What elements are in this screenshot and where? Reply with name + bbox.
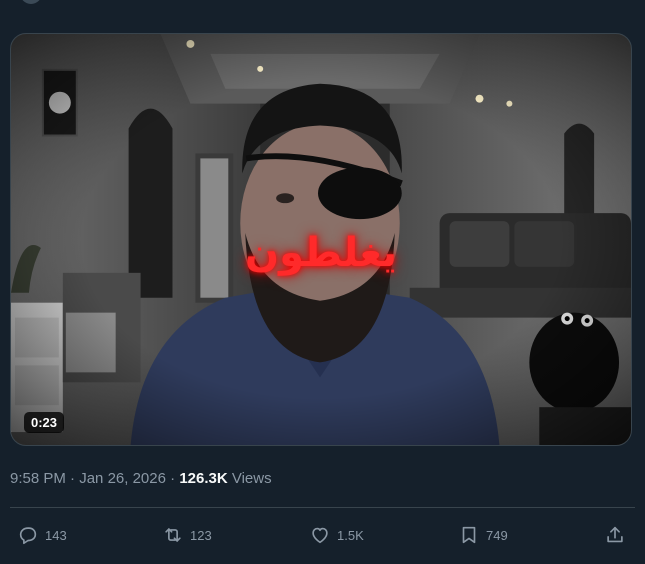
share-icon [607,526,623,543]
reply-icon [19,527,37,545]
avatar[interactable] [20,0,42,4]
video-duration-badge: 0:23 [24,412,65,433]
tweet-meta: 9:58 PM · Jan 26, 2026 · 126.3K Views [10,470,272,487]
repost-count: 123 [190,527,212,543]
bookmark-button[interactable]: 749 [458,519,508,551]
meta-separator: · [165,470,180,487]
tweet-actions: 143 123 1.5K 749 [0,519,645,551]
bookmark-count: 749 [486,527,508,543]
meta-separator: · [65,470,80,487]
share-button[interactable] [604,519,626,551]
reply-count: 143 [45,527,67,543]
tweet-time[interactable]: 9:58 PM [10,470,66,487]
reply-button[interactable]: 143 [17,519,67,551]
bookmark-icon [462,526,476,544]
like-count: 1.5K [337,527,364,543]
repost-icon [165,528,181,542]
tweet-date[interactable]: Jan 26, 2026 [79,470,166,487]
author-row-remnant [20,0,140,4]
repost-button[interactable]: 123 [162,519,212,551]
divider [10,507,635,508]
views-count: 126.3K [179,470,228,487]
like-button[interactable]: 1.5K [309,519,364,551]
video-player[interactable]: يغلطون [10,33,632,446]
video-caption-overlay: يغلطون [244,230,398,276]
views-label: Views [227,470,272,487]
heart-icon [312,527,328,544]
tweet-detail: يغلطون 0:23 9:58 PM · Jan 26, 2026 · 126… [0,0,645,564]
